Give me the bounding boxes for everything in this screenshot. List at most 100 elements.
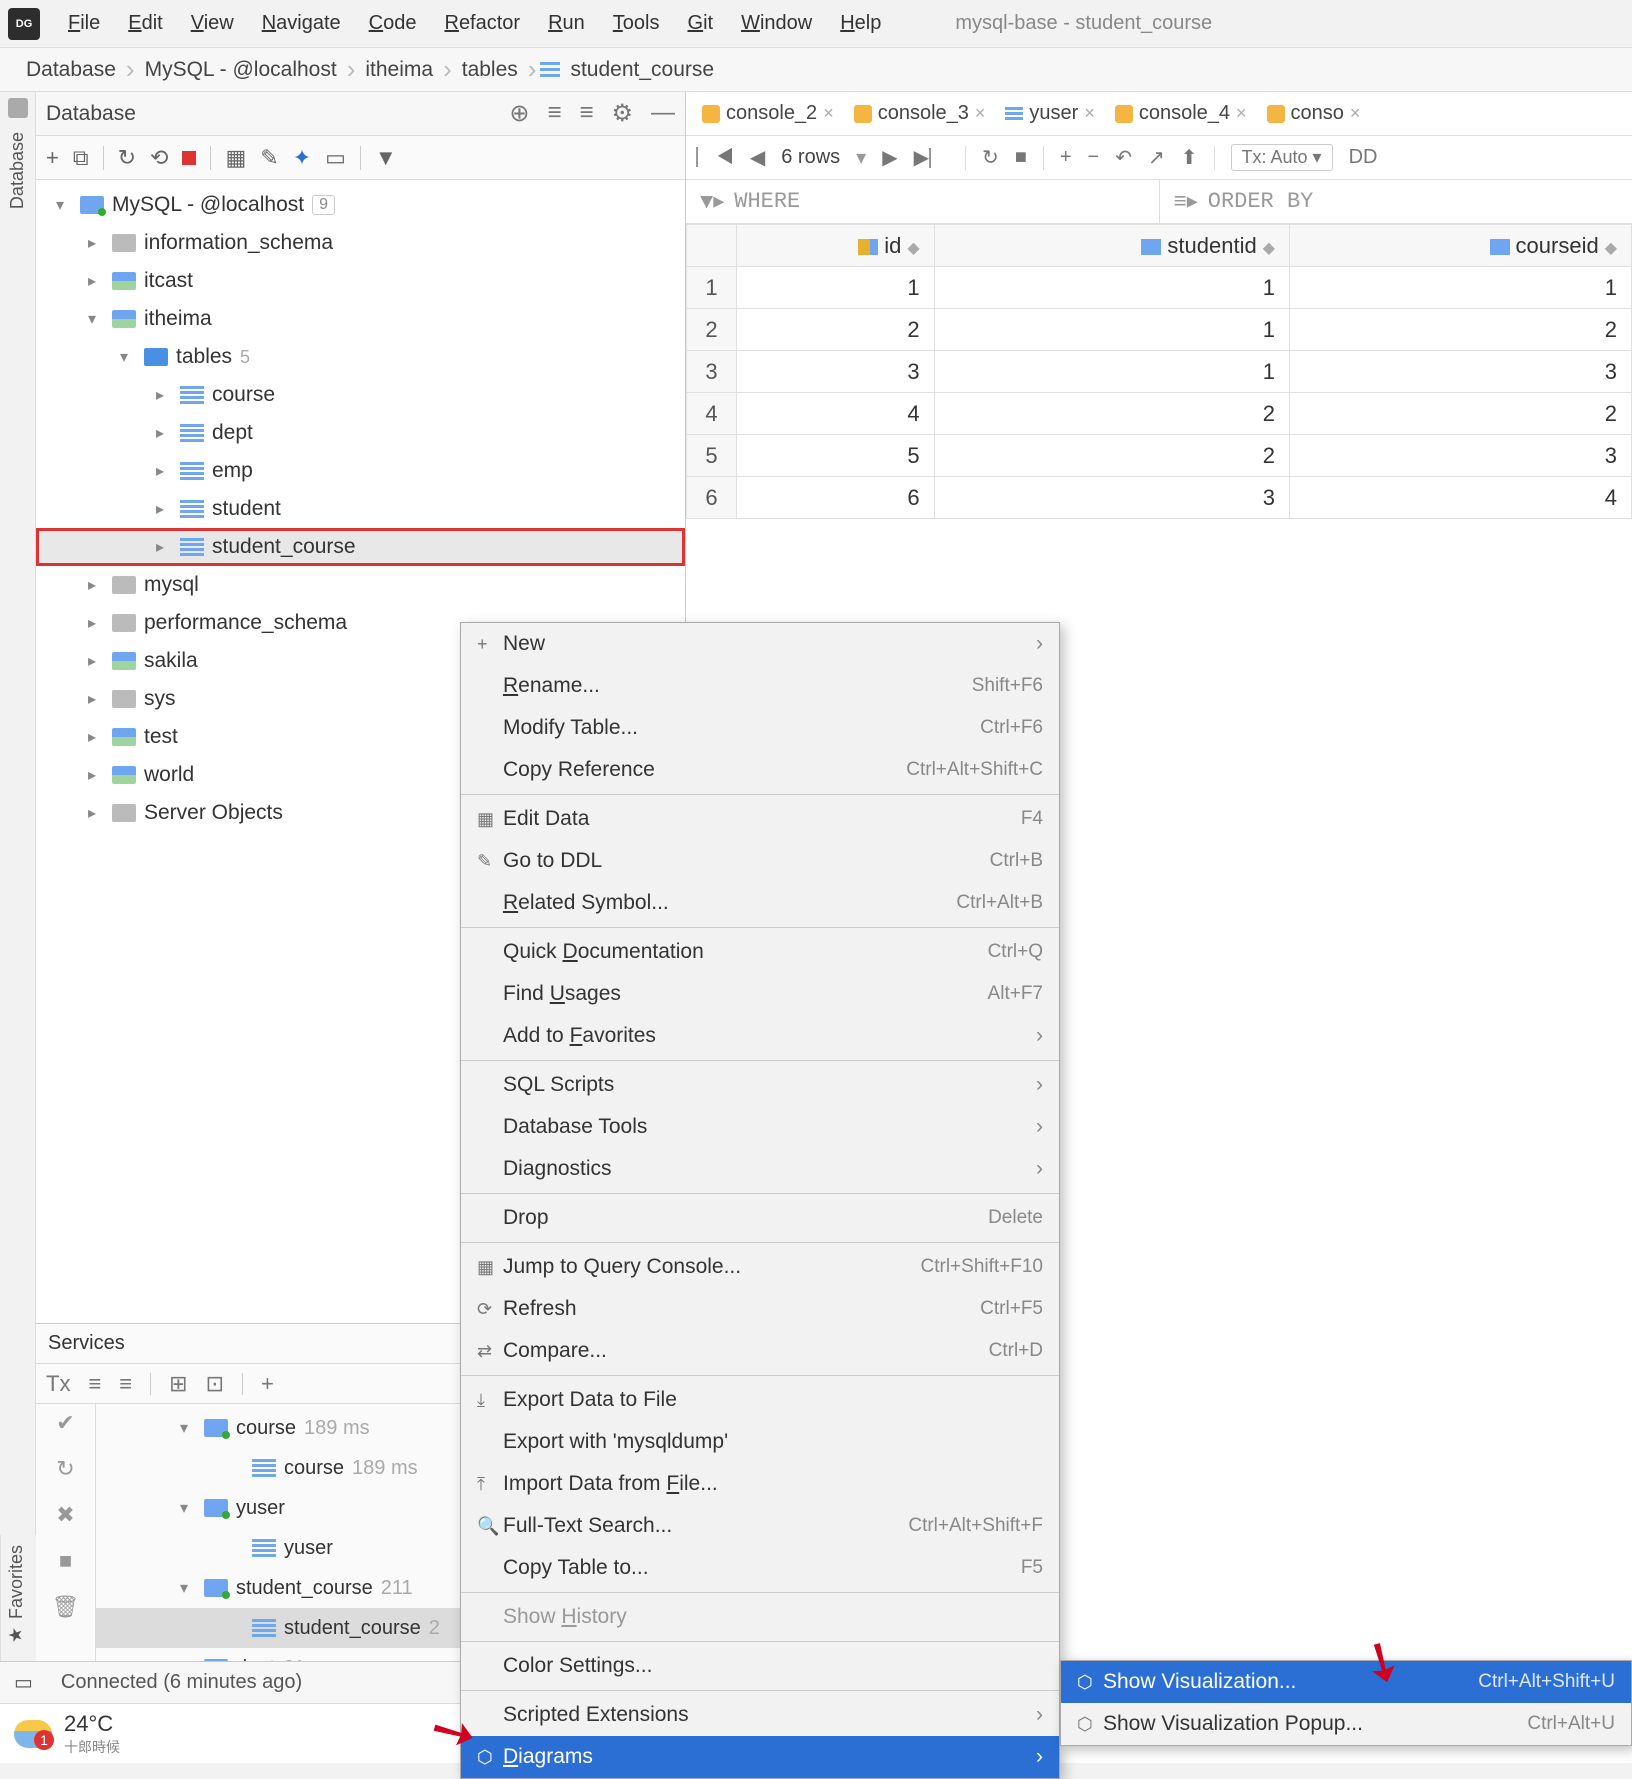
where-filter[interactable]: ▼▸WHERE [686, 180, 1160, 223]
ctx-compare-[interactable]: ⇄Compare...Ctrl+D [461, 1330, 1059, 1372]
menu-tools[interactable]: Tools [599, 8, 674, 39]
sub-show-visualization-[interactable]: ⬡Show Visualization...Ctrl+Alt+Shift+U [1061, 1661, 1631, 1703]
sync-icon[interactable]: ⟲ [150, 145, 168, 171]
tree-student[interactable]: ▸student [36, 490, 685, 528]
tree-mysql[interactable]: ▸mysql [36, 566, 685, 604]
col-id[interactable]: id◆ [737, 225, 935, 267]
add-row-icon[interactable]: + [1060, 146, 1072, 169]
bc-tables[interactable]: tables [456, 58, 524, 82]
close-icon[interactable]: × [975, 103, 986, 124]
duplicate-icon[interactable]: ⧉ [73, 145, 89, 171]
cancel-icon[interactable]: ✖ [56, 1502, 74, 1528]
reload-icon[interactable]: ↻ [56, 1456, 74, 1482]
ctx-import-data-from-file-[interactable]: ⤒Import Data from File... [461, 1463, 1059, 1505]
tree-mysql-localhost[interactable]: ▾MySQL - @localhost9 [36, 186, 685, 224]
tab-console_3[interactable]: console_3× [846, 92, 994, 135]
collapse-icon[interactable]: ≡ [579, 99, 593, 128]
ctx-export-data-to-file[interactable]: ⤓Export Data to File [461, 1379, 1059, 1421]
check-icon[interactable]: ✔ [56, 1410, 74, 1436]
weather-icon[interactable] [14, 1720, 52, 1748]
prev-icon[interactable]: ◀ [750, 145, 765, 170]
reload2-icon[interactable]: ↻ [982, 145, 999, 170]
last-icon[interactable]: ▶⎸ [914, 145, 949, 170]
tree-emp[interactable]: ▸emp [36, 452, 685, 490]
commit-icon[interactable]: ↗ [1148, 145, 1165, 170]
col-courseid[interactable]: courseid◆ [1290, 225, 1632, 267]
ctx-diagrams[interactable]: ⬡Diagrams› [461, 1736, 1059, 1778]
tree-dept[interactable]: ▸dept [36, 414, 685, 452]
ctx-sql-scripts[interactable]: SQL Scripts› [461, 1064, 1059, 1106]
ctx-drop[interactable]: DropDelete [461, 1197, 1059, 1239]
ctx-diagnostics[interactable]: Diagnostics› [461, 1148, 1059, 1190]
tree-tables[interactable]: ▾tables5 [36, 338, 685, 376]
database-tool-icon[interactable] [8, 98, 28, 118]
ctx-modify-table-[interactable]: Modify Table...Ctrl+F6 [461, 707, 1059, 749]
favorites-tab[interactable]: ★ Favorites [0, 1535, 36, 1661]
btn3-icon[interactable]: ⊞ [169, 1371, 187, 1397]
menu-edit[interactable]: Edit [114, 8, 176, 39]
bc-database[interactable]: Database [20, 58, 122, 82]
tab-console_4[interactable]: console_4× [1107, 92, 1255, 135]
btn2-icon[interactable]: ≡ [119, 1371, 132, 1397]
tab-console_2[interactable]: console_2× [694, 92, 842, 135]
menu-git[interactable]: Git [674, 8, 728, 39]
console-icon[interactable]: ▭ [325, 145, 346, 171]
add-icon[interactable]: + [46, 145, 59, 171]
bc-schema[interactable]: itheima [359, 58, 439, 82]
ctx-color-settings-[interactable]: Color Settings... [461, 1645, 1059, 1687]
stop2-icon[interactable]: ■ [59, 1548, 72, 1574]
pin-icon[interactable]: ✦ [293, 145, 311, 171]
close-icon[interactable]: × [1350, 103, 1361, 124]
ctx-full-text-search-[interactable]: 🔍Full-Text Search...Ctrl+Alt+Shift+F [461, 1505, 1059, 1547]
btn5-icon[interactable]: + [261, 1371, 274, 1397]
srv-child-student_course[interactable]: student_course2 [96, 1608, 495, 1648]
minimize-icon[interactable]: — [651, 99, 675, 128]
stop3-icon[interactable]: ■ [1015, 146, 1027, 169]
srv-student_course[interactable]: ▾student_course211 [96, 1568, 495, 1608]
revert-icon[interactable]: ↶ [1115, 145, 1132, 170]
database-tool-label[interactable]: Database [7, 124, 28, 217]
tree-itcast[interactable]: ▸itcast [36, 262, 685, 300]
expand-icon[interactable]: ≡ [547, 99, 561, 128]
menu-help[interactable]: Help [826, 8, 895, 39]
menu-window[interactable]: Window [727, 8, 826, 39]
menu-refactor[interactable]: Refactor [430, 8, 534, 39]
context-menu[interactable]: +New›Rename...Shift+F6Modify Table...Ctr… [460, 622, 1060, 1779]
ctx-scripted-extensions[interactable]: Scripted Extensions› [461, 1694, 1059, 1736]
target-icon[interactable]: ⊕ [509, 99, 529, 128]
filter-icon[interactable]: ▼ [375, 145, 397, 171]
btn1-icon[interactable]: ≡ [88, 1371, 101, 1397]
srv-course[interactable]: ▾course189 ms [96, 1408, 495, 1448]
close-icon[interactable]: × [1084, 103, 1095, 124]
ctx-refresh[interactable]: ⟳RefreshCtrl+F5 [461, 1288, 1059, 1330]
srv-child-yuser[interactable]: yuser [96, 1528, 495, 1568]
bc-table[interactable]: student_course [564, 58, 720, 82]
menu-navigate[interactable]: Navigate [248, 8, 355, 39]
ctx-database-tools[interactable]: Database Tools› [461, 1106, 1059, 1148]
event-log-icon[interactable]: ▭ [14, 1670, 33, 1695]
srv-child-course[interactable]: course189 ms [96, 1448, 495, 1488]
trash-icon[interactable]: 🗑 [52, 1594, 80, 1620]
ctx-edit-data[interactable]: ▦Edit DataF4 [461, 798, 1059, 840]
srv-yuser[interactable]: ▾yuser [96, 1488, 495, 1528]
ctx-new[interactable]: +New› [461, 623, 1059, 665]
edit-icon[interactable]: ✎ [260, 145, 278, 171]
diagrams-submenu[interactable]: ⬡Show Visualization...Ctrl+Alt+Shift+U⬡S… [1060, 1660, 1632, 1746]
btn4-icon[interactable]: ⊡ [206, 1371, 224, 1397]
ctx-export-with-mysqldump-[interactable]: Export with 'mysqldump' [461, 1421, 1059, 1463]
bc-connection[interactable]: MySQL - @localhost [139, 58, 343, 82]
tree-course[interactable]: ▸course [36, 376, 685, 414]
ctx-rename-[interactable]: Rename...Shift+F6 [461, 665, 1059, 707]
orderby-filter[interactable]: ≡▸ORDER BY [1160, 180, 1632, 223]
tx-mode[interactable]: Tx: Auto ▾ [1231, 144, 1333, 171]
tree-student-course[interactable]: ▸student_course [36, 528, 685, 566]
tab-conso[interactable]: conso× [1259, 92, 1369, 135]
row-count[interactable]: 6 rows [781, 146, 840, 169]
ctx-add-to-favorites[interactable]: Add to Favorites› [461, 1015, 1059, 1057]
ddl-button[interactable]: DD [1349, 146, 1378, 169]
first-icon[interactable]: ⎸◀ [696, 146, 734, 169]
grid-icon[interactable]: ▦ [225, 145, 246, 171]
tab-yuser[interactable]: yuser× [997, 92, 1102, 135]
submit-icon[interactable]: ⬆ [1181, 145, 1198, 170]
refresh-icon[interactable]: ↻ [118, 145, 136, 171]
